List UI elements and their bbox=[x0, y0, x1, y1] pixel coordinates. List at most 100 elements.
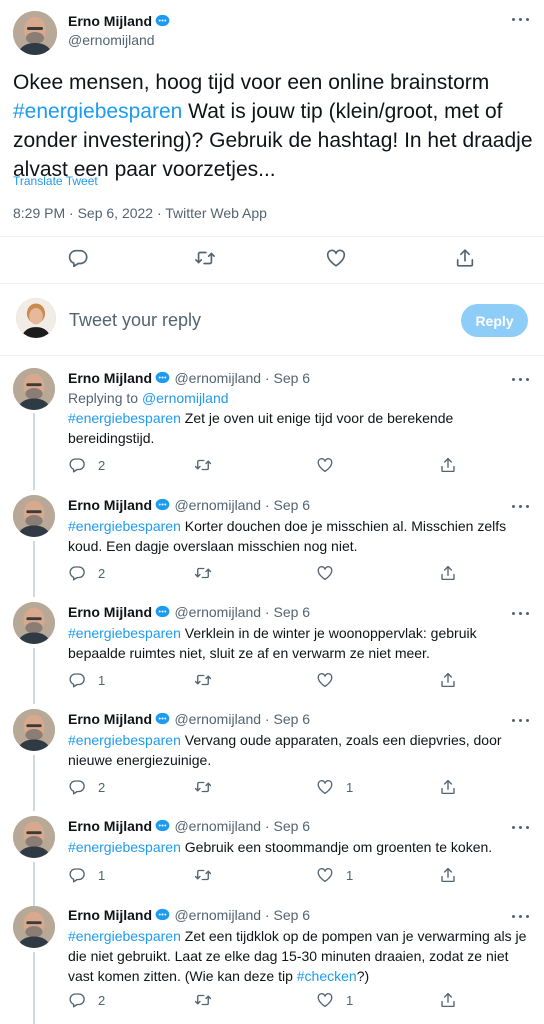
reply-author[interactable]: Erno Mijland bbox=[68, 370, 152, 386]
author-avatar[interactable] bbox=[13, 11, 57, 55]
share-button[interactable] bbox=[454, 247, 476, 269]
reply-button[interactable]: 2 bbox=[68, 778, 105, 796]
reply-button[interactable]: 1 bbox=[68, 671, 105, 689]
reply-icon bbox=[68, 671, 86, 689]
retweet-button[interactable] bbox=[194, 991, 212, 1009]
reply-author[interactable]: Erno Mijland bbox=[68, 604, 152, 620]
hashtag-link[interactable]: #energiebesparen bbox=[68, 410, 181, 426]
retweet-button[interactable] bbox=[194, 778, 212, 796]
hashtag-link[interactable]: #energiebesparen bbox=[68, 928, 181, 944]
share-icon bbox=[439, 456, 457, 474]
reply-button[interactable]: 2 bbox=[68, 991, 105, 1009]
share-button[interactable] bbox=[439, 456, 457, 474]
retweet-button[interactable] bbox=[194, 671, 212, 689]
like-button[interactable] bbox=[316, 671, 334, 689]
retweet-button[interactable] bbox=[194, 247, 216, 269]
reply-avatar[interactable] bbox=[13, 906, 55, 948]
reply-avatar[interactable] bbox=[13, 709, 55, 751]
share-button[interactable] bbox=[439, 564, 457, 582]
author-handle[interactable]: @ernomijland bbox=[68, 32, 155, 48]
reply-submit-button[interactable]: Reply bbox=[461, 304, 528, 337]
reply-button[interactable] bbox=[67, 247, 89, 269]
divider bbox=[0, 283, 544, 284]
hashtag-link[interactable]: #energiebesparen bbox=[68, 625, 181, 641]
share-icon bbox=[439, 991, 457, 1009]
like-icon bbox=[316, 778, 334, 796]
reply-header: Erno Mijland @ernomijland · Sep 6 bbox=[68, 497, 310, 515]
like-button[interactable] bbox=[316, 456, 334, 474]
reply-handle-date[interactable]: @ernomijland · Sep 6 bbox=[174, 370, 310, 386]
author-name[interactable]: Erno Mijland bbox=[68, 13, 152, 29]
reply-count: 2 bbox=[98, 992, 106, 1008]
share-button[interactable] bbox=[439, 866, 457, 884]
retweet-button[interactable] bbox=[194, 564, 212, 582]
reply-avatar[interactable] bbox=[13, 368, 55, 410]
retweet-button[interactable] bbox=[194, 866, 212, 884]
retweet-icon bbox=[194, 778, 212, 796]
reply-button[interactable]: 2 bbox=[68, 564, 105, 582]
reply-count: 2 bbox=[98, 565, 106, 581]
hashtag-link[interactable]: #energiebesparen bbox=[68, 518, 181, 534]
reply-handle-date[interactable]: @ernomijland · Sep 6 bbox=[174, 907, 310, 923]
reply-author[interactable]: Erno Mijland bbox=[68, 907, 152, 923]
reply-handle-date[interactable]: @ernomijland · Sep 6 bbox=[174, 711, 310, 727]
like-button[interactable]: 1 bbox=[316, 866, 353, 884]
reply-header: Erno Mijland @ernomijland · Sep 6 bbox=[68, 711, 310, 729]
share-button[interactable] bbox=[439, 671, 457, 689]
reply-avatar[interactable] bbox=[13, 816, 55, 858]
reply-button[interactable]: 1 bbox=[68, 866, 105, 884]
thread-line bbox=[33, 541, 35, 597]
like-button[interactable] bbox=[316, 564, 334, 582]
like-button[interactable]: 1 bbox=[316, 991, 353, 1009]
reply-avatar[interactable] bbox=[13, 602, 55, 644]
more-options-icon[interactable] bbox=[512, 907, 530, 925]
reply-icon bbox=[67, 247, 89, 269]
more-options-icon[interactable] bbox=[512, 818, 530, 836]
reply-button[interactable]: 2 bbox=[68, 456, 105, 474]
like-count: 1 bbox=[346, 867, 354, 883]
reply-count: 2 bbox=[98, 457, 106, 473]
retweet-button[interactable] bbox=[194, 456, 212, 474]
mention-link[interactable]: @ernomijland bbox=[142, 390, 229, 406]
reply-icon bbox=[68, 456, 86, 474]
replying-to: Replying to @ernomijland bbox=[68, 390, 229, 406]
translate-tweet-link[interactable]: Translate Tweet bbox=[13, 174, 98, 188]
current-user-avatar[interactable] bbox=[16, 298, 56, 338]
reply-handle-date[interactable]: @ernomijland · Sep 6 bbox=[174, 497, 310, 513]
verified-badge-icon bbox=[155, 497, 170, 512]
reply-handle-date[interactable]: @ernomijland · Sep 6 bbox=[174, 818, 310, 834]
hashtag-link[interactable]: #energiebesparen bbox=[68, 839, 181, 855]
reply-header: Erno Mijland @ernomijland · Sep 6 bbox=[68, 604, 310, 622]
more-options-icon[interactable] bbox=[512, 711, 530, 729]
like-count: 1 bbox=[346, 992, 354, 1008]
share-button[interactable] bbox=[439, 778, 457, 796]
reply-author[interactable]: Erno Mijland bbox=[68, 818, 152, 834]
retweet-icon bbox=[194, 247, 216, 269]
like-button[interactable] bbox=[325, 247, 347, 269]
reply-text: #energiebesparen Zet een tijdklok op de … bbox=[68, 928, 527, 984]
more-options-icon[interactable] bbox=[512, 604, 530, 622]
reply-avatar[interactable] bbox=[13, 495, 55, 537]
share-button[interactable] bbox=[439, 991, 457, 1009]
reply-author[interactable]: Erno Mijland bbox=[68, 711, 152, 727]
more-options-icon[interactable] bbox=[512, 497, 530, 515]
verified-badge-icon bbox=[155, 907, 170, 922]
verified-badge-icon bbox=[155, 13, 170, 28]
more-options-icon[interactable] bbox=[512, 370, 530, 388]
retweet-icon bbox=[194, 866, 212, 884]
reply-text: #energiebesparen Verklein in de winter j… bbox=[68, 625, 477, 661]
more-options-icon[interactable] bbox=[512, 10, 530, 28]
author-name-row: Erno Mijland bbox=[68, 13, 170, 31]
reply-count: 1 bbox=[98, 867, 106, 883]
like-button[interactable]: 1 bbox=[316, 778, 353, 796]
share-icon bbox=[439, 866, 457, 884]
reply-text: #energiebesparen Gebruik een stoommandje… bbox=[68, 839, 493, 855]
reply-handle-date[interactable]: @ernomijland · Sep 6 bbox=[174, 604, 310, 620]
like-icon bbox=[316, 671, 334, 689]
hashtag-link[interactable]: #energiebesparen bbox=[68, 732, 181, 748]
hashtag-link[interactable]: #energiebesparen bbox=[13, 100, 182, 123]
reply-input[interactable]: Tweet your reply bbox=[69, 310, 201, 331]
hashtag-link[interactable]: #checken bbox=[297, 968, 357, 984]
tweet-meta: 8:29 PM · Sep 6, 2022 · Twitter Web App bbox=[13, 205, 267, 221]
reply-author[interactable]: Erno Mijland bbox=[68, 497, 152, 513]
